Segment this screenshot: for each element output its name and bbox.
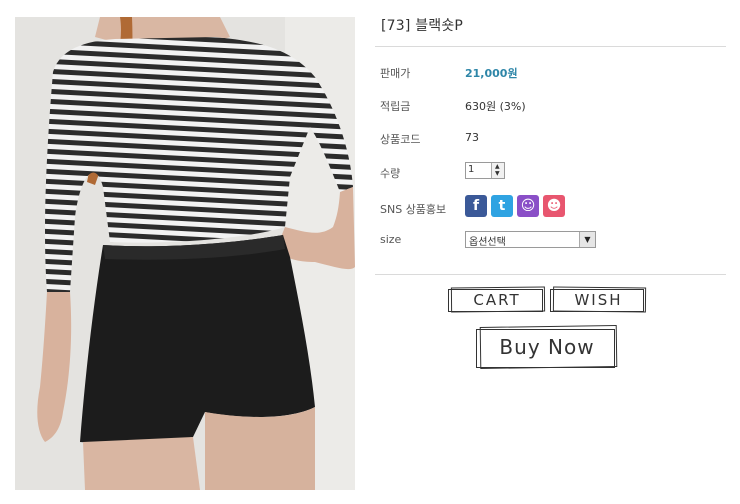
points-row: 적립금 630원 (3%)	[380, 95, 720, 115]
product-image	[15, 17, 355, 490]
price-label: 판매가	[380, 67, 411, 80]
code-value: 73	[465, 131, 479, 144]
divider-bottom	[375, 274, 726, 275]
quantity-input[interactable]: 1	[468, 164, 474, 175]
twitter-icon[interactable]: t	[491, 195, 513, 217]
divider-top	[375, 46, 726, 47]
product-info-panel: [73] 블랙숏P 판매가 21,000원 적립금 630원 (3%) 상품코드…	[375, 0, 727, 504]
wish-button[interactable]: WISH	[550, 286, 647, 315]
quantity-down-icon[interactable]: ▼	[495, 171, 500, 177]
size-selected-value: 옵션선택	[469, 237, 506, 248]
quantity-row: 수량 1 ▲ ▼	[380, 162, 720, 182]
cart-button-label: CART	[473, 291, 521, 309]
chevron-down-icon[interactable]: ▼	[579, 232, 595, 247]
product-title: [73] 블랙숏P	[381, 18, 464, 34]
facebook-icon[interactable]: f	[465, 195, 487, 217]
points-label: 적립금	[380, 100, 411, 113]
quantity-stepper[interactable]: 1 ▲ ▼	[465, 162, 505, 179]
price-value: 21,000원	[465, 67, 518, 80]
yozm-icon[interactable]: ☻	[543, 195, 565, 217]
code-row: 상품코드 73	[380, 128, 720, 148]
sns-label: SNS 상품홍보	[380, 203, 447, 216]
size-label: size	[380, 233, 402, 246]
buy-now-button[interactable]: Buy Now	[476, 325, 618, 372]
size-select[interactable]: 옵션선택 ▼	[465, 231, 596, 248]
sns-icons: f t ☺ ☻	[465, 195, 569, 217]
quantity-spin-buttons: ▲ ▼	[491, 163, 504, 178]
cart-button[interactable]: CART	[448, 286, 546, 315]
me2day-icon[interactable]: ☺	[517, 195, 539, 217]
buy-now-button-label: Buy Now	[499, 335, 595, 359]
wish-button-label: WISH	[574, 291, 623, 309]
code-label: 상품코드	[380, 133, 421, 146]
price-row: 판매가 21,000원	[380, 62, 720, 82]
size-row: size 옵션선택 ▼	[380, 230, 720, 250]
sns-row: SNS 상품홍보 f t ☺ ☻	[380, 195, 720, 218]
quantity-label: 수량	[380, 167, 401, 180]
points-value: 630원 (3%)	[465, 100, 526, 113]
